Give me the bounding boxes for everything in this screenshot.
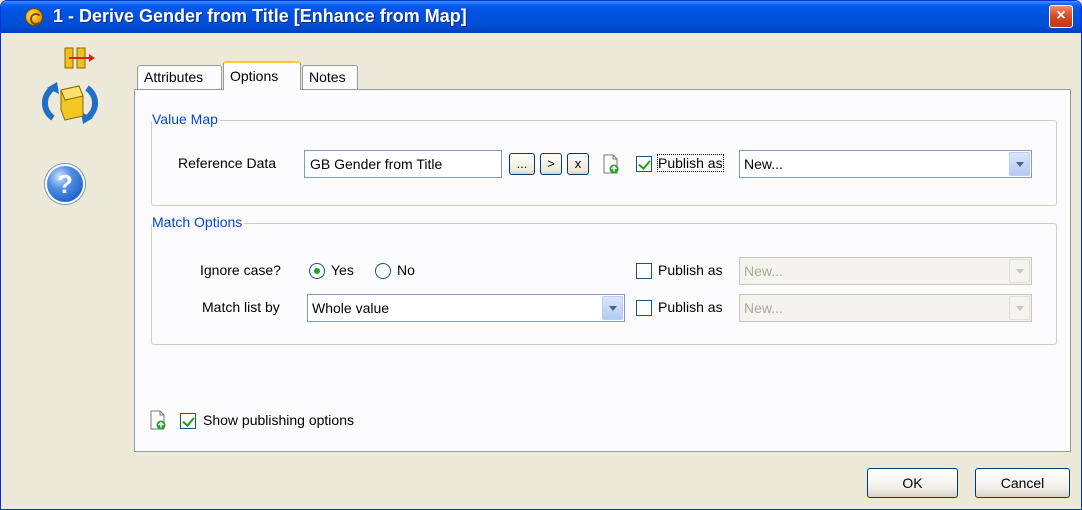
ok-button[interactable]: OK	[867, 468, 958, 498]
clear-reference-button[interactable]: x	[567, 153, 589, 175]
processor-gear-icon	[25, 8, 43, 26]
show-publishing-checkbox[interactable]	[180, 413, 196, 429]
ignore-case-publish-select[interactable]: New...	[739, 257, 1032, 285]
ignore-case-publish-checkbox[interactable]	[636, 263, 652, 279]
chevron-down-icon[interactable]	[1009, 296, 1030, 320]
value-map-group-label: Value Map	[152, 111, 220, 127]
match-list-value: Whole value	[312, 300, 390, 316]
browse-button[interactable]: ...	[509, 153, 535, 175]
reference-data-label: Reference Data	[178, 155, 277, 171]
match-options-group-label: Match Options	[152, 214, 245, 230]
close-button[interactable]: ×	[1049, 5, 1073, 28]
enhance-from-map-icon	[42, 47, 98, 124]
value-map-group: Value Map Reference Data GB Gender from …	[151, 111, 1057, 206]
title-bar[interactable]: 1 - Derive Gender from Title [Enhance fr…	[1, 1, 1081, 33]
chevron-down-icon[interactable]	[602, 296, 623, 320]
chevron-down-icon[interactable]	[1009, 152, 1030, 176]
match-list-publish-value: New...	[744, 300, 783, 316]
match-list-select[interactable]: Whole value	[307, 294, 625, 322]
publish-data-icon	[150, 410, 166, 430]
help-icon[interactable]: ?	[45, 164, 85, 204]
show-publishing-label[interactable]: Show publishing options	[203, 412, 354, 428]
cancel-button[interactable]: Cancel	[975, 468, 1070, 498]
value-map-publish-label: Publish as	[657, 154, 724, 172]
value-map-publish-checkbox[interactable]	[636, 156, 652, 172]
options-panel: Value Map Reference Data GB Gender from …	[134, 89, 1071, 452]
reference-data-field[interactable]: GB Gender from Title	[304, 150, 502, 178]
match-list-publish-select[interactable]: New...	[739, 294, 1032, 322]
ignore-case-no-radio[interactable]	[375, 263, 391, 279]
tab-options[interactable]: Options	[223, 61, 301, 90]
value-map-publish-value: New...	[744, 156, 783, 172]
ignore-case-publish-value: New...	[744, 263, 783, 279]
dialog-window: 1 - Derive Gender from Title [Enhance fr…	[0, 0, 1082, 510]
ignore-case-publish-label: Publish as	[658, 262, 723, 278]
ignore-case-yes-radio[interactable]	[309, 263, 325, 279]
open-reference-button[interactable]: >	[540, 153, 562, 175]
value-map-publish-select[interactable]: New...	[739, 150, 1032, 178]
match-list-publish-checkbox[interactable]	[636, 300, 652, 316]
tab-attributes[interactable]: Attributes	[137, 65, 222, 89]
match-list-label: Match list by	[202, 299, 280, 315]
match-list-publish-label: Publish as	[658, 299, 723, 315]
ignore-case-no-label[interactable]: No	[397, 262, 415, 278]
ignore-case-label: Ignore case?	[200, 262, 281, 278]
chevron-down-icon[interactable]	[1009, 259, 1030, 283]
tab-notes[interactable]: Notes	[302, 65, 358, 89]
window-title: 1 - Derive Gender from Title [Enhance fr…	[53, 6, 467, 26]
publish-data-icon	[603, 154, 619, 174]
ignore-case-yes-label[interactable]: Yes	[331, 262, 354, 278]
match-options-group: Match Options Ignore case? Yes No Publis…	[151, 214, 1057, 345]
